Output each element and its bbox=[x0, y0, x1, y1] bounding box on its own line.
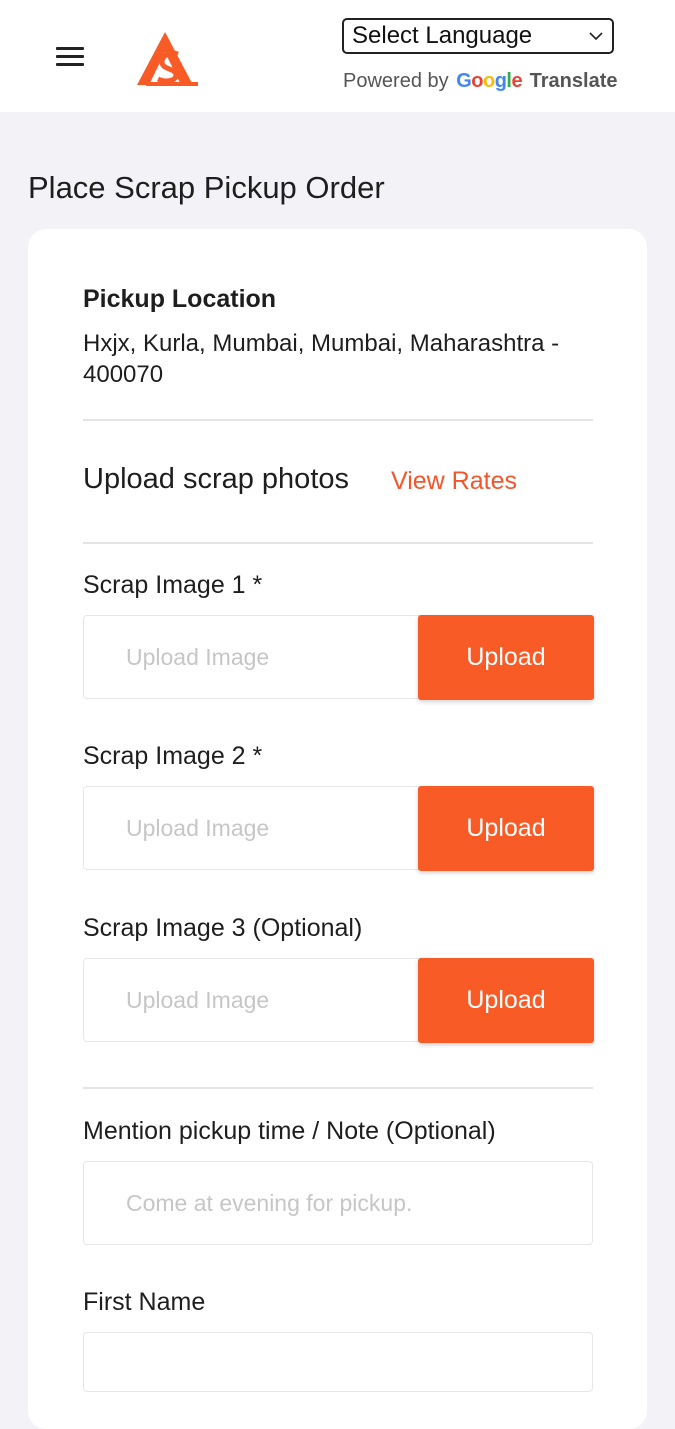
chevron-down-icon bbox=[589, 32, 603, 41]
scrap-image-1-input[interactable]: Upload Image bbox=[84, 616, 418, 698]
page-title: Place Scrap Pickup Order bbox=[28, 170, 385, 205]
scrap-image-1-field: Upload Image Upload bbox=[83, 615, 594, 700]
pickup-note-input[interactable]: Come at evening for pickup. bbox=[83, 1161, 593, 1245]
divider bbox=[83, 542, 593, 544]
upload-photos-heading: Upload scrap photos bbox=[83, 463, 349, 495]
google-logo-text[interactable]: Google bbox=[456, 70, 522, 92]
scrap-image-3-label: Scrap Image 3 (Optional) bbox=[83, 914, 363, 942]
scrap-image-1-label: Scrap Image 1 * bbox=[83, 571, 263, 599]
scrap-image-2-input[interactable]: Upload Image bbox=[84, 787, 418, 869]
scrap-image-2-upload-button[interactable]: Upload bbox=[418, 786, 594, 871]
scrap-image-2-label: Scrap Image 2 * bbox=[83, 742, 263, 770]
hamburger-menu-icon[interactable] bbox=[54, 44, 88, 68]
pickup-note-label: Mention pickup time / Note (Optional) bbox=[83, 1117, 496, 1145]
google-letter: o bbox=[482, 70, 495, 92]
order-form-card: Pickup Location Hxjx, Kurla, Mumbai, Mum… bbox=[28, 229, 647, 1429]
first-name-input[interactable] bbox=[83, 1332, 593, 1392]
google-letter: G bbox=[456, 70, 472, 92]
pickup-location-heading: Pickup Location bbox=[83, 285, 277, 313]
brand-logo[interactable] bbox=[134, 30, 200, 88]
first-name-label: First Name bbox=[83, 1288, 206, 1316]
scrap-image-1-upload-button[interactable]: Upload bbox=[418, 615, 594, 700]
powered-by-text: Powered by bbox=[343, 70, 449, 92]
divider bbox=[83, 419, 593, 421]
divider bbox=[83, 1087, 593, 1089]
scrap-image-3-field: Upload Image Upload bbox=[83, 958, 594, 1043]
language-select[interactable]: Select Language bbox=[342, 18, 614, 54]
powered-by-google-translate: Powered by Google Translate bbox=[343, 70, 617, 93]
scrap-image-3-upload-button[interactable]: Upload bbox=[418, 958, 594, 1043]
top-header: Select Language Powered by Google Transl… bbox=[0, 0, 675, 112]
google-letter: g bbox=[494, 70, 507, 92]
scrap-image-2-field: Upload Image Upload bbox=[83, 786, 594, 871]
google-letter: o bbox=[471, 70, 483, 92]
scrap-image-3-input[interactable]: Upload Image bbox=[84, 959, 418, 1041]
google-letter: e bbox=[511, 70, 523, 92]
language-select-value: Select Language bbox=[352, 22, 533, 49]
pickup-address: Hxjx, Kurla, Mumbai, Mumbai, Maharashtra… bbox=[83, 330, 560, 388]
view-rates-link[interactable]: View Rates bbox=[391, 467, 517, 496]
translate-text: Translate bbox=[529, 70, 618, 92]
